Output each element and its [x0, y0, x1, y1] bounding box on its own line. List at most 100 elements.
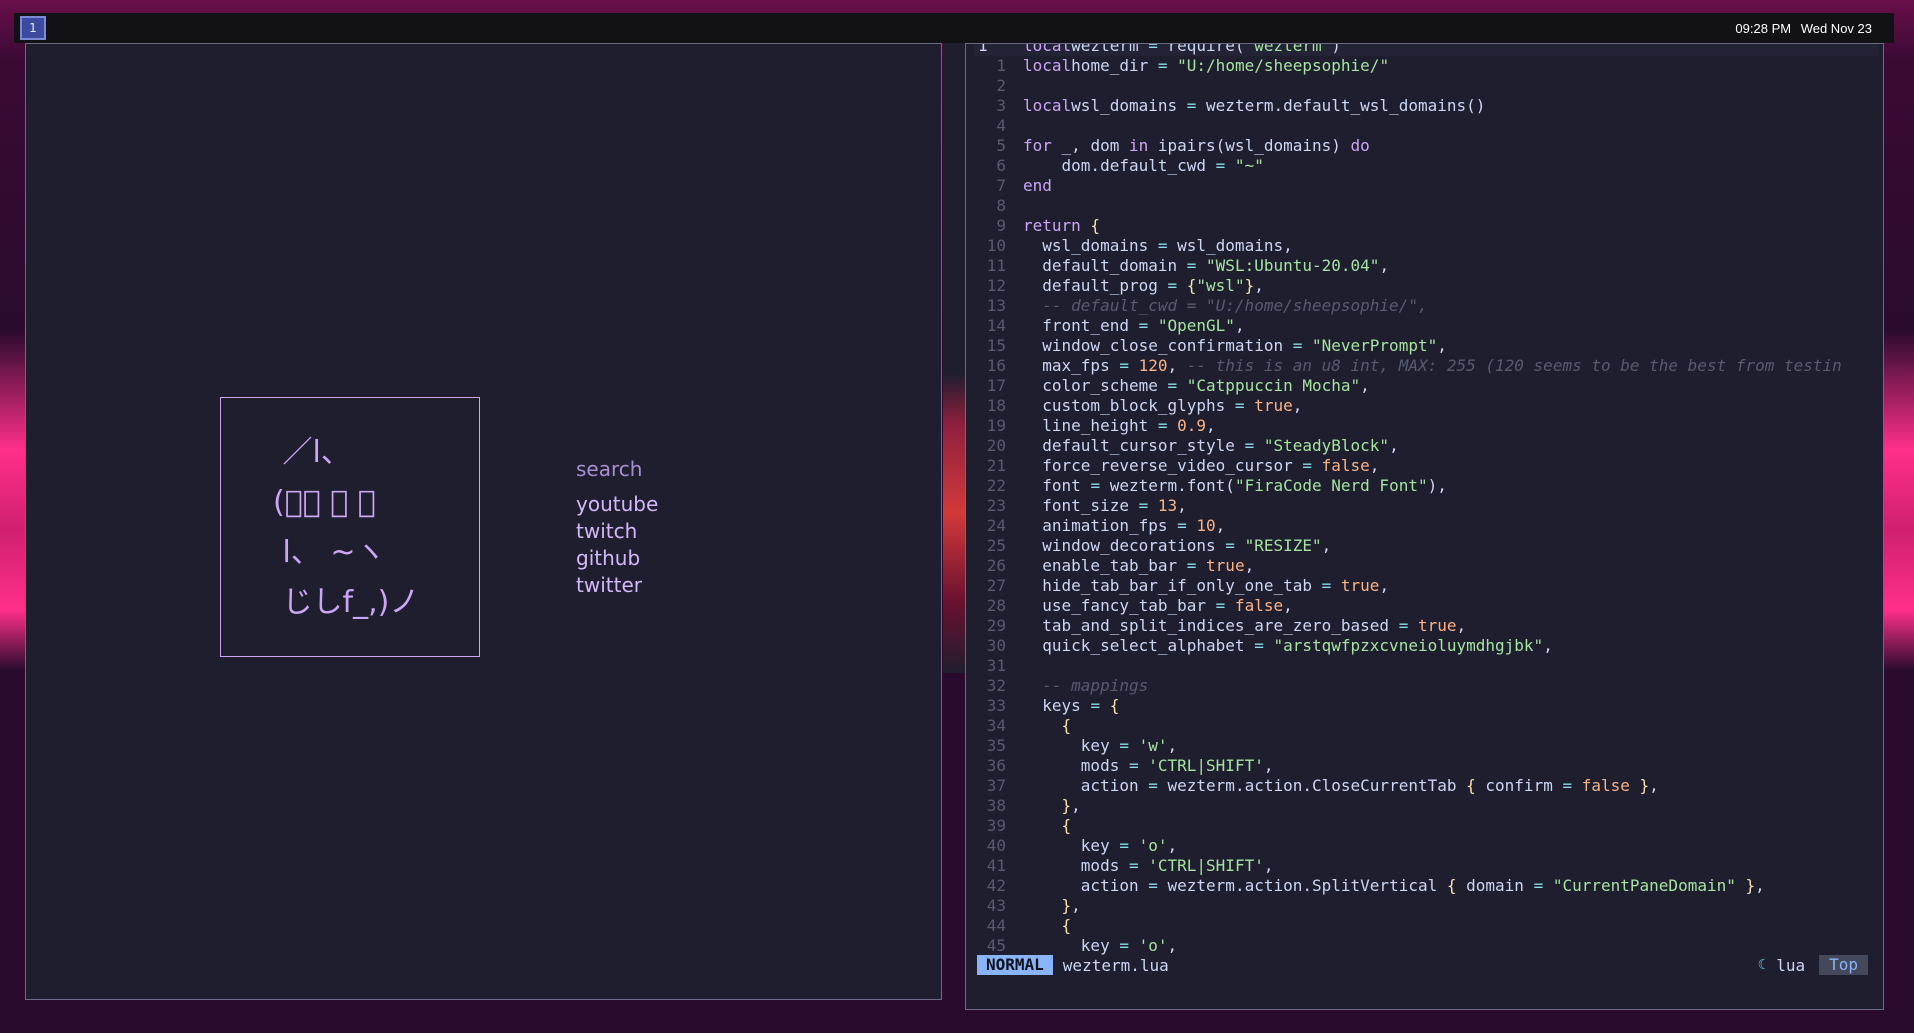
code-line[interactable]: 16 max_fps = 120, -- this is an u8 int, … [974, 356, 1879, 376]
line-number: 24 [986, 516, 1006, 535]
code-line[interactable]: 7 end [974, 176, 1879, 196]
code-token: = [1157, 236, 1168, 255]
code-token: = [1157, 56, 1168, 75]
code-line[interactable]: 43 }, [974, 896, 1879, 916]
code-token: = [1167, 376, 1178, 395]
code-token: = [1186, 96, 1197, 115]
code-line[interactable]: 40 key = 'o', [974, 836, 1879, 856]
code-token: wezterm [1071, 43, 1149, 55]
code-token: = [1090, 696, 1101, 715]
line-number: 11 [986, 256, 1006, 275]
link-twitch[interactable]: twitch [576, 518, 658, 545]
code-token: 'CTRL|SHIFT' [1138, 756, 1264, 775]
code-line[interactable]: 4 [974, 116, 1879, 136]
link-twitter[interactable]: twitter [576, 572, 658, 599]
code-line[interactable]: 19 line_height = 0.9, [974, 416, 1879, 436]
code-token: home_dir [1071, 56, 1158, 75]
statusline-filename: wezterm.lua [1062, 955, 1169, 975]
code-line[interactable]: 37 action = wezterm.action.CloseCurrentT… [974, 776, 1879, 796]
code-token: , [1649, 776, 1659, 795]
line-text: key = 'w', [1023, 736, 1177, 756]
code-line[interactable]: 5 for _, dom in ipairs(wsl_domains) do [974, 136, 1879, 156]
line-number: 3 [996, 96, 1006, 115]
line-number: 34 [986, 716, 1006, 735]
line-number: 4 [996, 116, 1006, 135]
line-number: 22 [986, 476, 1006, 495]
code-line[interactable]: 14 front_end = "OpenGL", [974, 316, 1879, 336]
code-line[interactable]: 26 enable_tab_bar = true, [974, 556, 1879, 576]
code-line[interactable]: 42 action = wezterm.action.SplitVertical… [974, 876, 1879, 896]
code-line[interactable]: 31 [974, 656, 1879, 676]
code-line[interactable]: 15 window_close_confirmation = "NeverPro… [974, 336, 1879, 356]
code-line[interactable]: 36 mods = 'CTRL|SHIFT', [974, 756, 1879, 776]
line-number: 23 [986, 496, 1006, 515]
code-line[interactable]: 13 -- default_cwd = "U:/home/sheepsophie… [974, 296, 1879, 316]
line-text: localhome_dir = "U:/home/sheepsophie/" [1023, 56, 1389, 76]
code-token: = [1533, 876, 1544, 895]
code-line[interactable]: 35 key = 'w', [974, 736, 1879, 756]
code-token: "U:/home/sheepsophie/" [1167, 56, 1390, 75]
line-text: action = wezterm.action.CloseCurrentTab … [1023, 776, 1659, 796]
code-token: = [1090, 476, 1101, 495]
code-line[interactable]: 1 localhome_dir = "U:/home/sheepsophie/" [974, 56, 1879, 76]
code-line[interactable]: 22 font = wezterm.font("FiraCode Nerd Fo… [974, 476, 1879, 496]
code-line[interactable]: 24 animation_fps = 10, [974, 516, 1879, 536]
code-line[interactable]: 12 default_prog = {"wsl"}, [974, 276, 1879, 296]
code-line[interactable]: 23 font_size = 13, [974, 496, 1879, 516]
code-token: } [1629, 776, 1650, 795]
workspace-button[interactable]: 1 [20, 16, 46, 40]
code-line[interactable]: 6 dom.default_cwd = "~" [974, 156, 1879, 176]
code-line[interactable]: 41 mods = 'CTRL|SHIFT', [974, 856, 1879, 876]
code-line[interactable]: 9 return { [974, 216, 1879, 236]
code-line[interactable]: 1 localwezterm = require('wezterm') [974, 43, 1879, 56]
ascii-cat-art: ／l、 (ﾟ､ ｡ ７ l、 ~ヽ じしf_,)ノ [273, 435, 420, 620]
code-token: , [1215, 516, 1226, 535]
line-text: mods = 'CTRL|SHIFT', [1023, 756, 1274, 776]
code-line[interactable]: 38 }, [974, 796, 1879, 816]
code-token: false [1312, 456, 1370, 475]
search-label[interactable]: search [576, 457, 658, 481]
code-token: key [1023, 936, 1120, 955]
code-token: { [1080, 216, 1101, 235]
ascii-art-box: ／l、 (ﾟ､ ｡ ７ l、 ~ヽ じしf_,)ノ [220, 397, 480, 657]
code-line[interactable]: 2 [974, 76, 1879, 96]
code-token: { [1177, 276, 1197, 295]
code-line[interactable]: 29 tab_and_split_indices_are_zero_based … [974, 616, 1879, 636]
code-token: -- this is an u8 int, MAX: 255 (120 seem… [1186, 356, 1842, 375]
link-youtube[interactable]: youtube [576, 491, 658, 518]
code-line[interactable]: 44 { [974, 916, 1879, 936]
code-line[interactable]: 33 keys = { [974, 696, 1879, 716]
code-token: } [1023, 896, 1072, 915]
code-line[interactable]: 21 force_reverse_video_cursor = false, [974, 456, 1879, 476]
line-number: 25 [986, 536, 1006, 555]
code-line[interactable]: 11 default_domain = "WSL:Ubuntu-20.04", [974, 256, 1879, 276]
code-line[interactable]: 25 window_decorations = "RESIZE", [974, 536, 1879, 556]
line-text: { [1023, 816, 1072, 836]
code-line[interactable]: 18 custom_block_glyphs = true, [974, 396, 1879, 416]
line-text: localwsl_domains = wezterm.default_wsl_d… [1023, 96, 1485, 116]
code-token: key [1023, 736, 1120, 755]
editor-window[interactable]: 1 localwezterm = require('wezterm') 1 local… [965, 43, 1884, 1010]
link-list: search youtube twitch github twitter [576, 457, 658, 599]
code-line[interactable]: 32 -- mappings [974, 676, 1879, 696]
code-line[interactable]: 3 localwsl_domains = wezterm.default_wsl_… [974, 96, 1879, 116]
code-line[interactable]: 45 key = 'o', [974, 936, 1879, 956]
code-line[interactable]: 39 { [974, 816, 1879, 836]
code-token: keys [1023, 696, 1091, 715]
code-line[interactable]: 28 use_fancy_tab_bar = false, [974, 596, 1879, 616]
code-token: mods [1023, 756, 1129, 775]
code-token: , [1244, 556, 1255, 575]
code-line[interactable]: 17 color_scheme = "Catppuccin Mocha", [974, 376, 1879, 396]
code-line[interactable]: 20 default_cursor_style = "SteadyBlock", [974, 436, 1879, 456]
link-github[interactable]: github [576, 545, 658, 572]
code-line[interactable]: 30 quick_select_alphabet = "arstqwfpzxcv… [974, 636, 1879, 656]
code-buffer[interactable]: 1 localwezterm = require('wezterm') 1 local… [974, 43, 1879, 956]
code-token: = [1186, 256, 1197, 275]
code-token: "NeverPrompt" [1302, 336, 1438, 355]
code-line[interactable]: 34 { [974, 716, 1879, 736]
line-number: 35 [986, 736, 1006, 755]
code-line[interactable]: 8 [974, 196, 1879, 216]
code-line[interactable]: 10 wsl_domains = wsl_domains, [974, 236, 1879, 256]
code-line[interactable]: 27 hide_tab_bar_if_only_one_tab = true, [974, 576, 1879, 596]
line-text: font = wezterm.font("FiraCode Nerd Font"… [1023, 476, 1447, 496]
